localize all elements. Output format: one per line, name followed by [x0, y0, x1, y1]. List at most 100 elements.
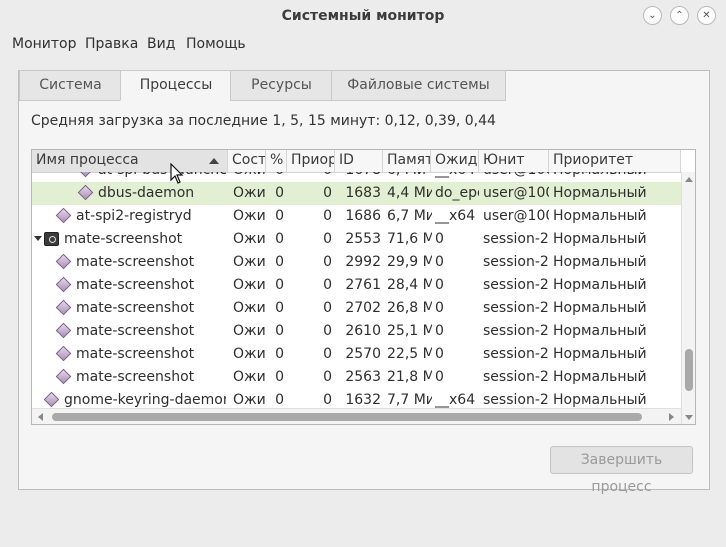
process-priority: Нормальный [553, 323, 647, 339]
process-row[interactable]: dbus-daemon Ожи, 0 0 1683 4,4 Миdo_epouser@10… [32, 182, 681, 205]
process-wait: 0 [435, 369, 444, 385]
horizontal-scroll-thumb[interactable] [52, 413, 642, 421]
col-priority[interactable]: Приоритет [549, 150, 681, 172]
column-header-row: Имя процесса Сост % Приор ID Памят Ожида… [32, 150, 681, 173]
vertical-scroll-thumb[interactable] [685, 349, 693, 391]
process-priority: Нормальный [553, 185, 647, 201]
process-cpu: 0 [275, 300, 284, 316]
process-pid: 2553 [345, 231, 381, 247]
scroll-right-icon[interactable] [669, 413, 674, 421]
process-cpu: 0 [275, 208, 284, 224]
mouse-cursor-icon [170, 163, 184, 184]
tab-resources[interactable]: Ресурсы [230, 70, 333, 101]
process-icon [55, 345, 72, 362]
col-waiting[interactable]: Ожида [431, 150, 479, 172]
process-cpu: 0 [272, 172, 284, 182]
title-bar: Системный монитор ⌄ ⌃ ✕ [0, 0, 726, 32]
vertical-scrollbar[interactable] [681, 172, 695, 424]
process-name: mate-screenshot [64, 231, 183, 247]
process-mem: 21,8 М [387, 369, 432, 385]
process-pid: 2610 [345, 323, 381, 339]
menu-help[interactable]: Помощь [186, 36, 246, 52]
process-mem: 29,9 М [387, 254, 432, 270]
process-prio: 0 [323, 323, 332, 339]
process-unit: session-2. [483, 277, 549, 293]
process-row[interactable]: mate-screenshot Ожи, 0 0 2610 25,1 М 0 session-… [32, 320, 681, 343]
process-cpu: 0 [275, 346, 284, 362]
process-icon [43, 391, 60, 408]
menu-monitor[interactable]: Монитор [12, 36, 77, 52]
minimize-button[interactable]: ⌄ [643, 6, 662, 25]
process-cpu: 0 [275, 254, 284, 270]
process-unit: session-2. [483, 323, 549, 339]
process-state: Ожи, [233, 277, 267, 293]
process-prio: 0 [323, 185, 332, 201]
close-button[interactable]: ✕ [697, 6, 716, 25]
scroll-left-icon[interactable] [38, 413, 43, 421]
process-wait: 0 [435, 323, 444, 339]
process-mem: 7,7 Ми [387, 392, 432, 408]
sort-ascending-icon [209, 158, 219, 164]
col-cpu[interactable]: % [266, 150, 287, 172]
process-pid: 1686 [345, 208, 381, 224]
process-row[interactable]: at-spi2-registryd Ожи, 0 0 1686 6,7 Ми __x64 us… [32, 205, 681, 228]
process-pid: 1683 [345, 185, 381, 201]
process-unit: user@100 [483, 208, 549, 224]
col-id[interactable]: ID [335, 150, 383, 172]
col-nice[interactable]: Приор [287, 150, 335, 172]
process-prio: 0 [323, 277, 332, 293]
col-process-name[interactable]: Имя процесса [32, 150, 228, 172]
process-icon [55, 207, 72, 224]
process-row[interactable]: mate-screenshot Ожи, 0 0 2563 21,8 М 0 session-… [32, 366, 681, 389]
process-prio: 0 [323, 369, 332, 385]
process-row[interactable]: gnome-keyring-daemon Ожи, 0 0 1632 7,7 Ми __x6… [32, 389, 681, 408]
process-name: mate-screenshot [76, 323, 195, 339]
process-row[interactable]: mate-screenshot Ожи, 0 0 2761 28,4 М 0 session-… [32, 274, 681, 297]
end-process-button[interactable]: Завершить процесс [550, 446, 693, 495]
process-mem: 22,5 М [387, 346, 432, 362]
maximize-button[interactable]: ⌃ [670, 6, 689, 25]
process-state: Ожи, [233, 231, 267, 247]
process-icon [55, 253, 72, 270]
scroll-down-icon[interactable] [685, 415, 693, 420]
col-memory[interactable]: Памят [383, 150, 431, 172]
process-unit: session-2. [483, 369, 549, 385]
process-wait: __x64 [435, 392, 476, 408]
process-wait: 0 [435, 277, 444, 293]
process-name: mate-screenshot [76, 300, 195, 316]
horizontal-scrollbar[interactable] [32, 408, 681, 424]
process-tree: Имя процесса Сост % Приор ID Памят Ожида… [31, 149, 696, 425]
process-priority: Нормальный [553, 172, 681, 182]
process-row[interactable]: mate-screenshot Ожи, 0 0 2553 71,6 М 0 session-… [32, 228, 681, 251]
process-row[interactable]: at-spi-bus-launcher Ожи, 00 1678 6, Ми__x64 u… [32, 172, 681, 182]
process-unit: session-2. [483, 300, 549, 316]
expander-icon[interactable] [34, 236, 42, 241]
tab-system[interactable]: Система [19, 70, 122, 101]
process-prio: 0 [294, 172, 332, 182]
col-state[interactable]: Сост [228, 150, 266, 172]
menu-edit[interactable]: Правка [85, 36, 138, 52]
menu-view[interactable]: Вид [147, 36, 175, 52]
process-name: mate-screenshot [76, 369, 195, 385]
process-state: Ожи, [233, 346, 267, 362]
process-state: Ожи, [233, 208, 267, 224]
process-pid: 2570 [345, 346, 381, 362]
process-mem: 26,8 М [387, 300, 432, 316]
process-icon [77, 172, 94, 178]
process-name: dbus-daemon [98, 185, 195, 201]
process-wait: __x64 [435, 208, 476, 224]
process-unit: session-2. [483, 231, 549, 247]
process-name: mate-screenshot [76, 346, 195, 362]
process-row[interactable]: mate-screenshot Ожи, 0 0 2702 26,8 М 0 session-… [32, 297, 681, 320]
col-unit[interactable]: Юнит [479, 150, 549, 172]
tab-filesystems[interactable]: Файловые системы [331, 70, 506, 101]
process-row[interactable]: mate-screenshot Ожи, 0 0 2570 22,5 М 0 session-… [32, 343, 681, 366]
process-row[interactable]: mate-screenshot Ожи, 0 0 2992 29,9 М 0 session-… [32, 251, 681, 274]
process-unit: session-2. [483, 392, 549, 408]
tab-processes[interactable]: Процессы [120, 70, 232, 101]
process-priority: Нормальный [553, 346, 647, 362]
process-prio: 0 [323, 346, 332, 362]
process-prio: 0 [323, 208, 332, 224]
process-wait: __x64 [435, 172, 479, 182]
scroll-up-icon[interactable] [685, 177, 693, 182]
